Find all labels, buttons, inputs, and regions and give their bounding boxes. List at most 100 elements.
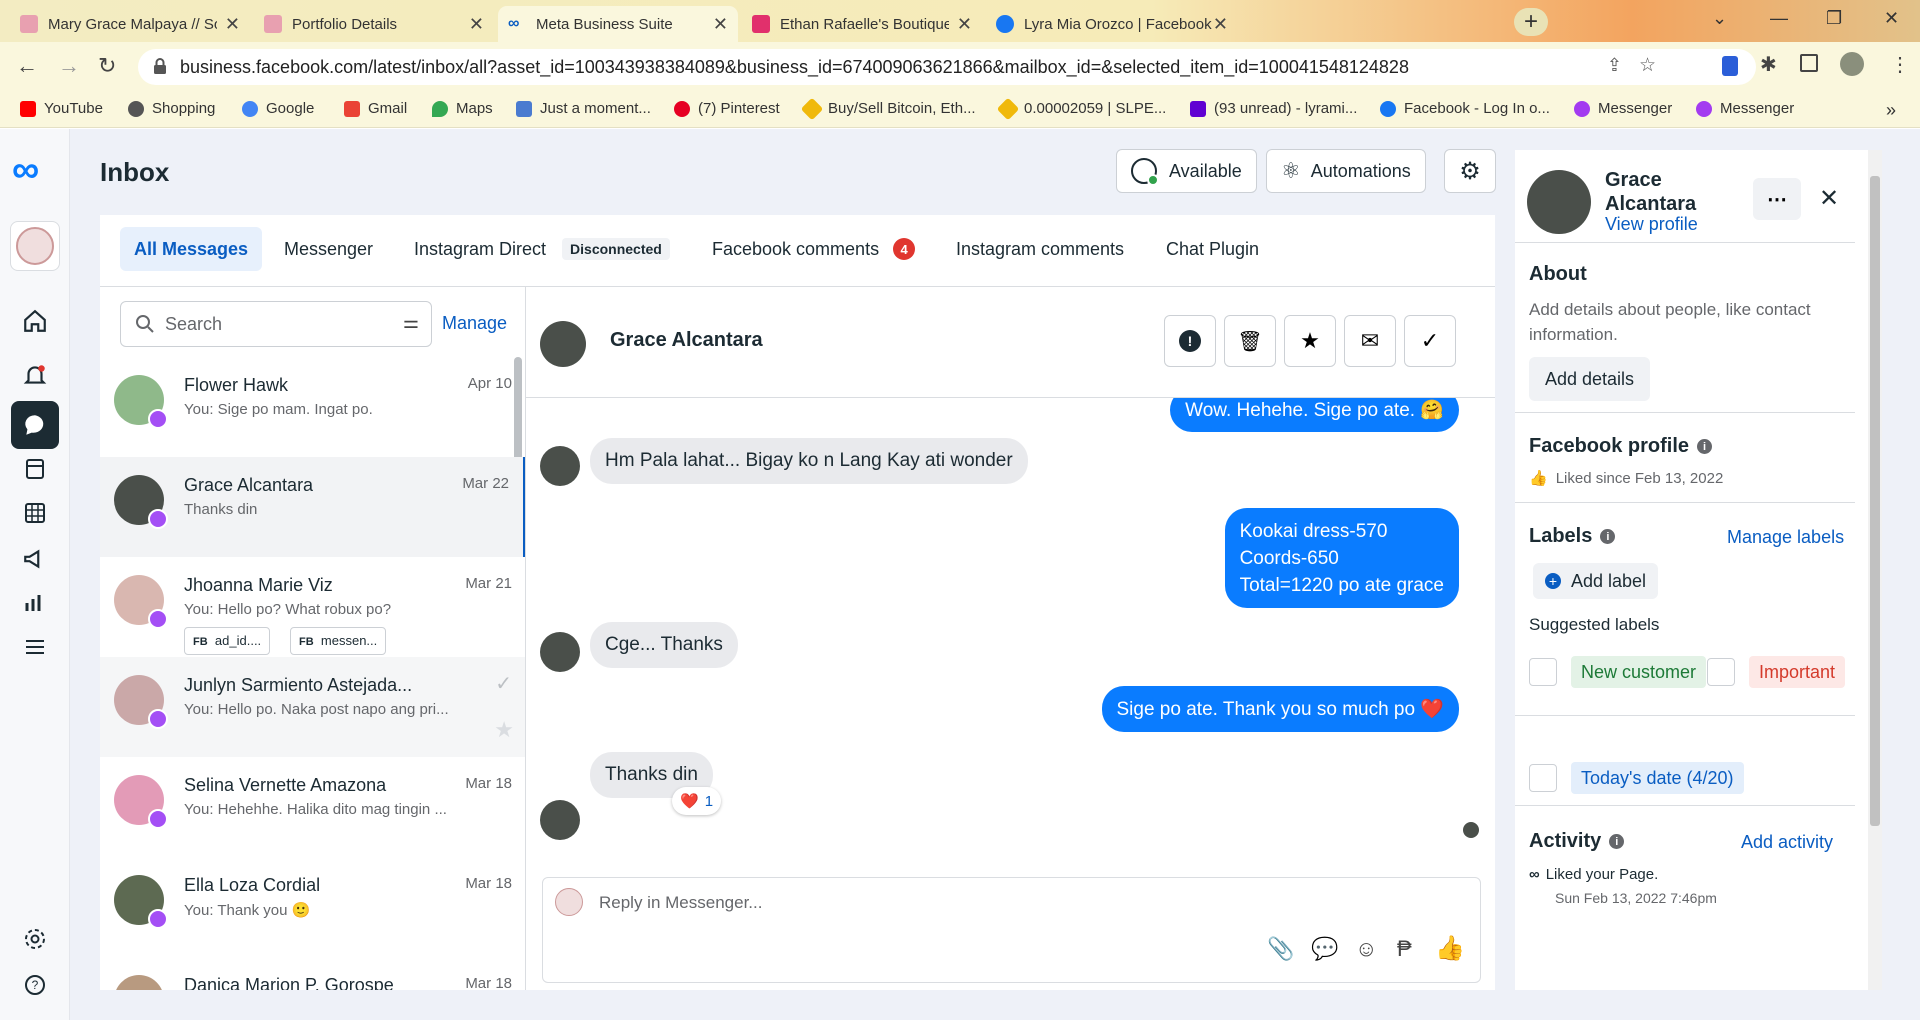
- minimize-icon[interactable]: —: [1770, 8, 1788, 29]
- bookmark-star-icon[interactable]: ☆: [1639, 54, 1656, 77]
- bookmark-shopping[interactable]: Shopping: [128, 100, 215, 117]
- info-icon[interactable]: i: [1609, 834, 1625, 850]
- more-menu-icon[interactable]: ⋮: [1890, 52, 1910, 77]
- add-label-button[interactable]: + Add label: [1533, 563, 1659, 599]
- close-icon[interactable]: ✕: [713, 14, 728, 35]
- browser-tab-2[interactable]: Portfolio Details ✕: [254, 6, 494, 42]
- profile-scrollbar[interactable]: [1868, 150, 1882, 990]
- help-icon[interactable]: ?: [11, 961, 59, 1009]
- bookmark-binance[interactable]: Buy/Sell Bitcoin, Eth...: [800, 97, 976, 120]
- bookmark-just-a-moment[interactable]: Just a moment...: [516, 100, 651, 117]
- ads-megaphone-icon[interactable]: [11, 535, 59, 583]
- automations-button[interactable]: ⚛ Automations: [1266, 149, 1426, 193]
- close-icon[interactable]: ✕: [1213, 14, 1228, 35]
- check-icon[interactable]: ✓: [495, 671, 512, 696]
- page-avatar[interactable]: [10, 221, 60, 271]
- close-icon[interactable]: ✕: [225, 14, 240, 35]
- profile-avatar-icon[interactable]: [1840, 52, 1864, 76]
- insights-icon[interactable]: [11, 579, 59, 627]
- bookmark-facebook[interactable]: Facebook - Log In o...: [1380, 100, 1550, 117]
- tab-instagram-comments[interactable]: Instagram comments: [942, 227, 1138, 271]
- tab-instagram-direct[interactable]: Instagram Direct Disconnected: [400, 227, 684, 271]
- message-bubble-outgoing[interactable]: Sige po ate. Thank you so much po ❤️: [1101, 686, 1459, 732]
- list-item[interactable]: Flower Hawk You: Sige po mam. Ingat po. …: [100, 357, 525, 457]
- content-icon[interactable]: [11, 445, 59, 493]
- report-spam-button[interactable]: !: [1164, 315, 1216, 367]
- side-panel-icon[interactable]: [1800, 54, 1818, 72]
- star-button[interactable]: ★: [1284, 315, 1336, 367]
- forward-icon[interactable]: →: [58, 53, 80, 79]
- close-icon[interactable]: ✕: [957, 14, 972, 35]
- list-item[interactable]: Selina Vernette Amazona You: Hehehhe. Ha…: [100, 757, 525, 857]
- list-item[interactable]: Ella Loza Cordial You: Thank you 🙂 Mar 1…: [100, 857, 525, 957]
- manage-labels-link[interactable]: Manage labels: [1727, 527, 1844, 548]
- tab-all-messages[interactable]: All Messages: [120, 227, 263, 271]
- menu-icon[interactable]: [11, 623, 59, 671]
- password-manager-icon[interactable]: [1722, 56, 1738, 76]
- close-icon[interactable]: ✕: [469, 14, 484, 35]
- bookmark-messenger-1[interactable]: Messenger: [1574, 100, 1672, 117]
- view-profile-link[interactable]: View profile: [1605, 214, 1698, 235]
- list-item[interactable]: Danica Marion P. Gorospe Mar 18: [100, 957, 525, 990]
- notifications-icon[interactable]: [11, 351, 59, 399]
- label-new-customer[interactable]: New customer: [1571, 656, 1707, 688]
- reply-box[interactable]: Reply in Messenger... 📎 💬 ☺ ₱ 👍: [542, 877, 1481, 983]
- new-tab-button[interactable]: +: [1514, 8, 1548, 36]
- info-icon[interactable]: i: [1697, 439, 1713, 455]
- tab-messenger[interactable]: Messenger: [270, 227, 387, 271]
- availability-button[interactable]: Available: [1116, 149, 1257, 193]
- attachment-icon[interactable]: 📎: [1267, 936, 1294, 962]
- label-important[interactable]: Important: [1749, 656, 1846, 688]
- list-item[interactable]: Grace Alcantara Thanks din Mar 22: [100, 457, 525, 557]
- message-bubble-outgoing[interactable]: Wow. Hehehe. Sige po ate. 🤗: [1170, 398, 1459, 432]
- tab-chat-plugin[interactable]: Chat Plugin: [1152, 227, 1273, 271]
- reaction-badge[interactable]: ❤️ 1: [672, 787, 722, 815]
- star-icon[interactable]: ★: [494, 717, 514, 743]
- label-checkbox[interactable]: [1529, 658, 1557, 686]
- url-bar[interactable]: business.facebook.com/latest/inbox/all?a…: [138, 49, 1756, 85]
- search-input[interactable]: Search ⚌: [120, 301, 432, 347]
- message-bubble-incoming[interactable]: Cge... Thanks: [590, 622, 738, 668]
- extensions-icon[interactable]: ✱: [1760, 52, 1777, 77]
- bookmark-maps[interactable]: Maps: [432, 100, 493, 117]
- mark-done-button[interactable]: ✓: [1404, 315, 1456, 367]
- browser-tab-3[interactable]: ∞ Meta Business Suite ✕: [498, 6, 738, 42]
- bookmark-gmail[interactable]: Gmail: [344, 100, 407, 117]
- bookmark-pinterest[interactable]: (7) Pinterest: [674, 100, 780, 117]
- share-icon[interactable]: ⇪: [1607, 55, 1622, 76]
- list-item[interactable]: Junlyn Sarmiento Astejada... You: Hello …: [100, 657, 525, 757]
- reply-input[interactable]: Reply in Messenger...: [599, 893, 762, 913]
- meta-logo-icon[interactable]: ∞: [12, 149, 39, 192]
- tag-chip[interactable]: FB ad_id....: [184, 627, 271, 655]
- list-item[interactable]: Jhoanna Marie Viz You: Hello po? What ro…: [100, 557, 525, 657]
- thumbs-up-icon[interactable]: 👍: [1435, 934, 1465, 963]
- tab-search-icon[interactable]: ⌄: [1712, 8, 1727, 29]
- avatar[interactable]: [540, 321, 586, 367]
- bookmarks-overflow-icon[interactable]: »: [1886, 100, 1896, 121]
- browser-tab-1[interactable]: Mary Grace Malpaya // Social Me ✕: [10, 6, 250, 42]
- settings-gear-icon[interactable]: [11, 915, 59, 963]
- mark-unread-button[interactable]: ✉: [1344, 315, 1396, 367]
- window-close-icon[interactable]: ✕: [1884, 8, 1899, 29]
- more-options-button[interactable]: ⋯: [1753, 178, 1801, 220]
- label-checkbox[interactable]: [1529, 764, 1557, 792]
- avatar[interactable]: [1527, 170, 1591, 234]
- payment-peso-icon[interactable]: ₱: [1397, 936, 1412, 962]
- browser-tab-4[interactable]: Ethan Rafaelle's Boutique (@etha ✕: [742, 6, 982, 42]
- message-bubble-outgoing[interactable]: Kookai dress-570 Coords-650 Total=1220 p…: [1224, 508, 1459, 608]
- add-details-button[interactable]: Add details: [1529, 357, 1651, 401]
- tab-facebook-comments[interactable]: Facebook comments 4: [698, 227, 929, 271]
- browser-tab-5[interactable]: Lyra Mia Orozco | Facebook ✕: [986, 6, 1500, 42]
- filter-icon[interactable]: ⚌: [403, 312, 419, 333]
- inbox-icon[interactable]: [11, 401, 59, 449]
- bookmark-google[interactable]: Google: [242, 100, 314, 117]
- label-todays-date[interactable]: Today's date (4/20): [1571, 762, 1744, 794]
- add-activity-link[interactable]: Add activity: [1741, 832, 1833, 853]
- emoji-icon[interactable]: ☺: [1355, 936, 1377, 962]
- maximize-icon[interactable]: ❐: [1826, 8, 1842, 29]
- manage-link[interactable]: Manage: [442, 313, 507, 334]
- bookmark-slp[interactable]: 0.00002059 | SLPE...: [996, 97, 1166, 120]
- bookmark-youtube[interactable]: YouTube: [20, 100, 103, 117]
- delete-button[interactable]: 🗑: [1224, 315, 1276, 367]
- reload-icon[interactable]: ↻: [98, 53, 116, 79]
